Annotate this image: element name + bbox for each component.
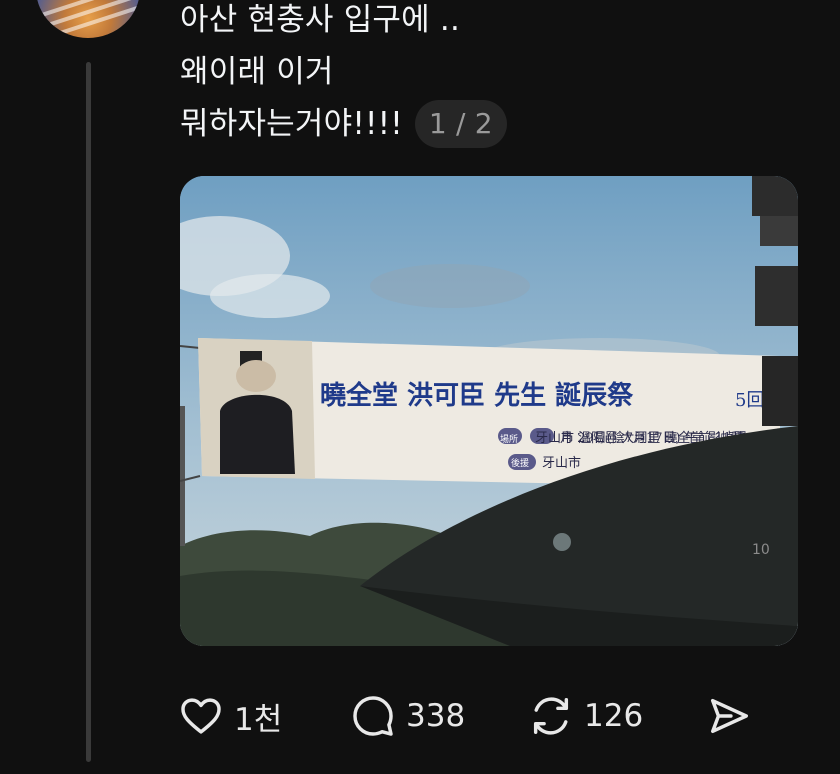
umbrella-mark: 10 [752, 542, 770, 558]
post-text-line-1: 아산 현충사 입구에 .. [180, 2, 461, 38]
heart-icon [178, 693, 224, 739]
photo-scene: 曉全堂 洪可臣 先生 誕辰祭 5回 月 29日(陰7月17日) 午前 11時 場… [180, 176, 798, 646]
repost-button[interactable]: 126 [528, 693, 706, 739]
repost-count: 126 [584, 698, 644, 734]
share-button[interactable] [706, 693, 752, 739]
like-count: 1천 [234, 701, 283, 738]
send-icon [706, 693, 752, 739]
thread-line [86, 62, 91, 762]
avatar[interactable] [36, 0, 140, 38]
media-page-indicator: 1 / 2 [414, 100, 507, 148]
banner-title: 曉全堂 洪可臣 先生 誕辰祭 [320, 380, 634, 411]
banner-side-text: 5回 [735, 390, 764, 411]
repost-arrows-icon [528, 693, 574, 739]
banner-host: 牙山市 [542, 455, 581, 471]
like-button[interactable]: 1천 [178, 693, 350, 739]
reply-button[interactable]: 338 [350, 693, 528, 739]
thread-post: 아산 현충사 입구에 .. 왜이래 이거 뭐하자는거야!!!! 1 / 2 曉全… [0, 0, 840, 774]
post-photo[interactable]: 曉全堂 洪可臣 先生 誕辰祭 5回 月 29日(陰7月17日) 午前 11時 場… [180, 176, 798, 646]
banner-place-tag: 場所 [500, 433, 518, 445]
post-actions: 1천 338 126 [178, 690, 752, 742]
banner-host-tag: 後援 [511, 457, 529, 469]
post-text-line-3: 뭐하자는거야!!!! [180, 106, 403, 142]
post-text: 아산 현충사 입구에 .. 왜이래 이거 뭐하자는거야!!!! 1 / 2 [180, 0, 507, 150]
reply-count: 338 [406, 698, 466, 734]
comment-bubble-icon [350, 693, 396, 739]
post-text-line-2: 왜이래 이거 [180, 54, 334, 90]
